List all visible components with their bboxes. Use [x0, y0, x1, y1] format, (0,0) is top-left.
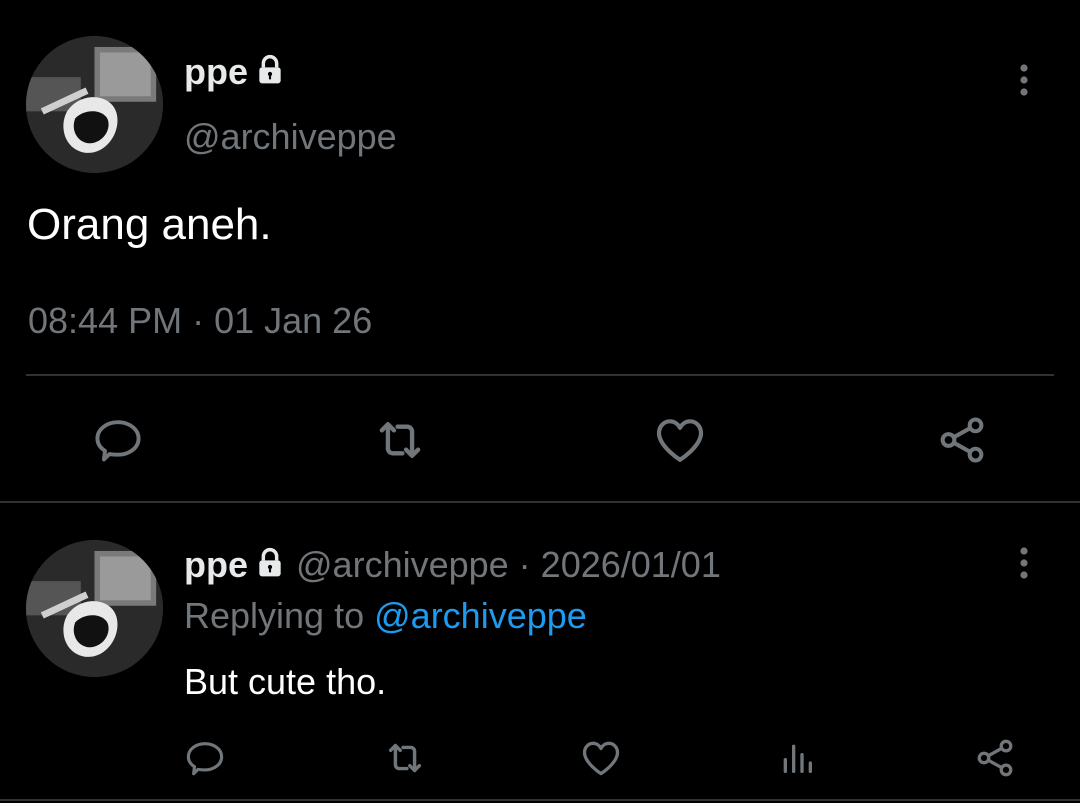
author-name-row: ppe: [184, 51, 286, 93]
reply-icon[interactable]: [88, 410, 148, 470]
tweet-timestamp: 08:44 PM · 01 Jan 26: [28, 300, 373, 341]
display-name[interactable]: ppe: [184, 51, 248, 93]
more-options-icon[interactable]: [1014, 545, 1034, 585]
reply-header: ppe @archiveppe · 2026/01/01: [184, 543, 721, 587]
author-handle[interactable]: @archiveppe: [184, 116, 397, 158]
tweet-action-bar: [0, 400, 1080, 480]
replying-to: Replying to @archiveppe: [184, 595, 587, 637]
retweet-icon[interactable]: [380, 733, 430, 783]
more-options-icon[interactable]: [1014, 62, 1034, 102]
lock-icon: [254, 547, 286, 584]
divider: [0, 799, 1080, 801]
like-icon[interactable]: [576, 733, 626, 783]
tweet-text: But cute tho.: [184, 661, 387, 702]
avatar[interactable]: [26, 540, 163, 677]
avatar-guitar-image: [26, 36, 163, 173]
share-icon[interactable]: [932, 410, 992, 470]
replying-to-label: Replying to: [184, 595, 365, 636]
lock-icon: [254, 54, 286, 91]
like-icon[interactable]: [650, 410, 710, 470]
retweet-icon[interactable]: [370, 410, 430, 470]
share-icon[interactable]: [970, 733, 1020, 783]
replying-to-mention[interactable]: @archiveppe: [374, 595, 587, 636]
avatar[interactable]: [26, 36, 163, 173]
reply-tweet[interactable]: ppe @archiveppe · 2026/01/01 Replying to…: [0, 503, 1080, 803]
analytics-icon[interactable]: [772, 733, 822, 783]
display-name[interactable]: ppe: [184, 544, 248, 586]
tweet-text: Orang aneh.: [27, 200, 272, 249]
tweet-action-bar: [0, 728, 1080, 788]
avatar-guitar-image: [26, 540, 163, 677]
reply-icon[interactable]: [180, 733, 230, 783]
handle-and-date: @archiveppe · 2026/01/01: [296, 544, 721, 585]
main-tweet: ppe @archiveppe Orang aneh. 08:44 PM · 0…: [0, 0, 1080, 503]
divider: [26, 374, 1054, 376]
